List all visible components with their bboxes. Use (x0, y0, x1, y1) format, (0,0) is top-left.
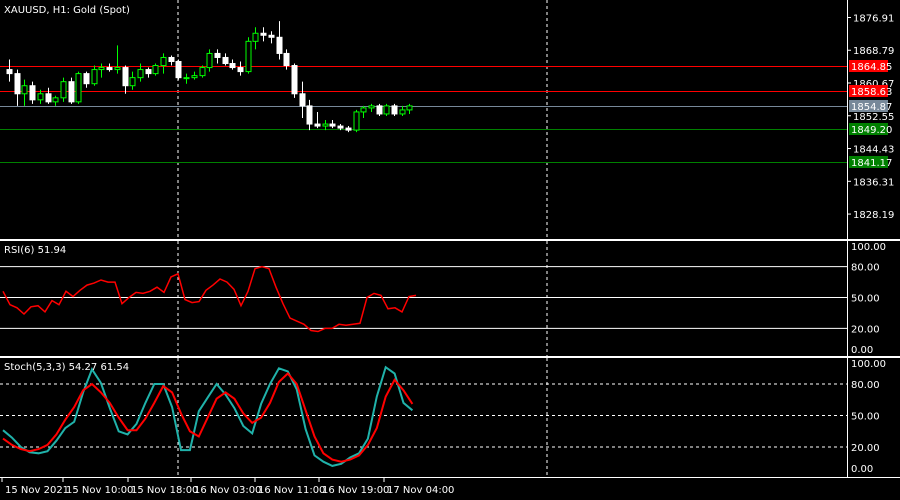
price-pane[interactable]: XAUUSD, H1: Gold (Spot) (0, 0, 847, 238)
candle (353, 109, 360, 133)
price-tick-label: 1836.31 (853, 177, 894, 188)
candle (91, 65, 98, 86)
candle (245, 37, 252, 74)
svg-text:1858.63: 1858.63 (851, 87, 892, 98)
candle (183, 73, 190, 84)
price-tick-label: 1868.79 (853, 46, 894, 57)
candle (175, 59, 182, 80)
price-level-tag: 1858.63 (849, 85, 892, 98)
stoch-label: Stoch(5,3,3) 54.27 61.54 (4, 362, 129, 373)
svg-text:1854.87: 1854.87 (851, 102, 892, 113)
candle (406, 103, 413, 114)
candle (360, 105, 367, 118)
price-axis[interactable]: 1876.911868.791860.671852.551844.431836.… (847, 13, 894, 475)
candle (68, 77, 75, 104)
price-level-tag: 1854.87 (849, 100, 892, 113)
chart-window[interactable]: XAUUSD, H1: Gold (Spot) RSI(6) 51.94 Sto… (0, 0, 900, 500)
candle (299, 81, 306, 118)
candle (145, 67, 152, 78)
stoch-scale-label: 80.00 (851, 380, 880, 391)
candle (122, 65, 129, 94)
time-tick-label: 16 Nov 11:00 (258, 485, 325, 496)
candle (345, 126, 352, 133)
svg-text:1849.20: 1849.20 (851, 125, 892, 136)
candle (252, 27, 259, 50)
chart-title: XAUUSD, H1: Gold (Spot) (4, 5, 130, 16)
rsi-scale-label: 20.00 (851, 324, 880, 335)
candle (29, 81, 36, 104)
time-tick-label: 16 Nov 03:00 (194, 485, 261, 496)
candle (152, 63, 159, 76)
price-level-tag: 1864.85 (849, 60, 892, 73)
rsi-scale-label: 80.00 (851, 263, 880, 274)
chart-frame (0, 0, 900, 478)
time-tick-label: 17 Nov 04:00 (387, 485, 454, 496)
candle (268, 31, 275, 44)
time-axis[interactable]: 15 Nov 202115 Nov 10:0015 Nov 18:0016 No… (1, 478, 454, 496)
candle (98, 63, 105, 78)
candle (368, 103, 375, 112)
stoch-scale-label: 20.00 (851, 443, 880, 454)
candle (106, 63, 113, 72)
price-level-tag: 1841.17 (849, 156, 892, 169)
time-tick-label: 16 Nov 19:00 (322, 485, 389, 496)
candle (222, 53, 229, 66)
candle (45, 87, 52, 104)
candle (52, 95, 59, 106)
time-tick-label: 15 Nov 2021 (5, 485, 69, 496)
candle (75, 71, 82, 104)
rsi-line (2, 265, 417, 333)
svg-text:1864.85: 1864.85 (851, 62, 892, 73)
stoch-pane[interactable]: Stoch(5,3,3) 54.27 61.54 (0, 358, 847, 475)
stoch-scale-label: 100.00 (851, 359, 886, 370)
price-tick-label: 1876.91 (853, 13, 894, 24)
candle (129, 71, 136, 90)
candle (260, 27, 267, 42)
candle (21, 79, 28, 106)
candle (306, 99, 313, 131)
candle (314, 111, 321, 129)
candle (214, 49, 221, 64)
time-tick-label: 15 Nov 10:00 (66, 485, 133, 496)
price-tick-label: 1844.43 (853, 145, 894, 156)
candle (291, 63, 298, 98)
time-tick-label: 15 Nov 18:00 (131, 485, 198, 496)
candle (60, 77, 67, 102)
stoch-scale-label: 50.00 (851, 412, 880, 423)
candle (322, 120, 329, 131)
candle (83, 71, 90, 88)
candle (14, 69, 21, 106)
candle (168, 55, 175, 66)
candle (6, 59, 13, 82)
candle (399, 105, 406, 116)
candle (237, 61, 244, 76)
candle (191, 71, 198, 80)
price-tick-label: 1852.55 (853, 112, 894, 123)
rsi-scale-label: 100.00 (851, 242, 886, 253)
rsi-scale-label: 50.00 (851, 294, 880, 305)
price-tick-label: 1828.19 (853, 210, 894, 221)
candle (206, 49, 213, 72)
candle (391, 103, 398, 116)
stoch-scale-label: 0.00 (851, 464, 873, 475)
candle (376, 103, 383, 116)
candle (160, 53, 167, 74)
stoch-signal-line (2, 372, 414, 463)
candle (229, 59, 236, 70)
rsi-label: RSI(6) 51.94 (4, 245, 66, 256)
candle (114, 45, 121, 74)
price-level-tag: 1849.20 (849, 123, 892, 136)
candlesticks (6, 21, 413, 133)
rsi-scale-label: 0.00 (851, 345, 873, 356)
candle (329, 120, 336, 129)
rsi-pane[interactable]: RSI(6) 51.94 (0, 241, 847, 356)
svg-text:1841.17: 1841.17 (851, 158, 892, 169)
candle (276, 21, 283, 60)
candle (199, 65, 206, 78)
candle (383, 103, 390, 116)
